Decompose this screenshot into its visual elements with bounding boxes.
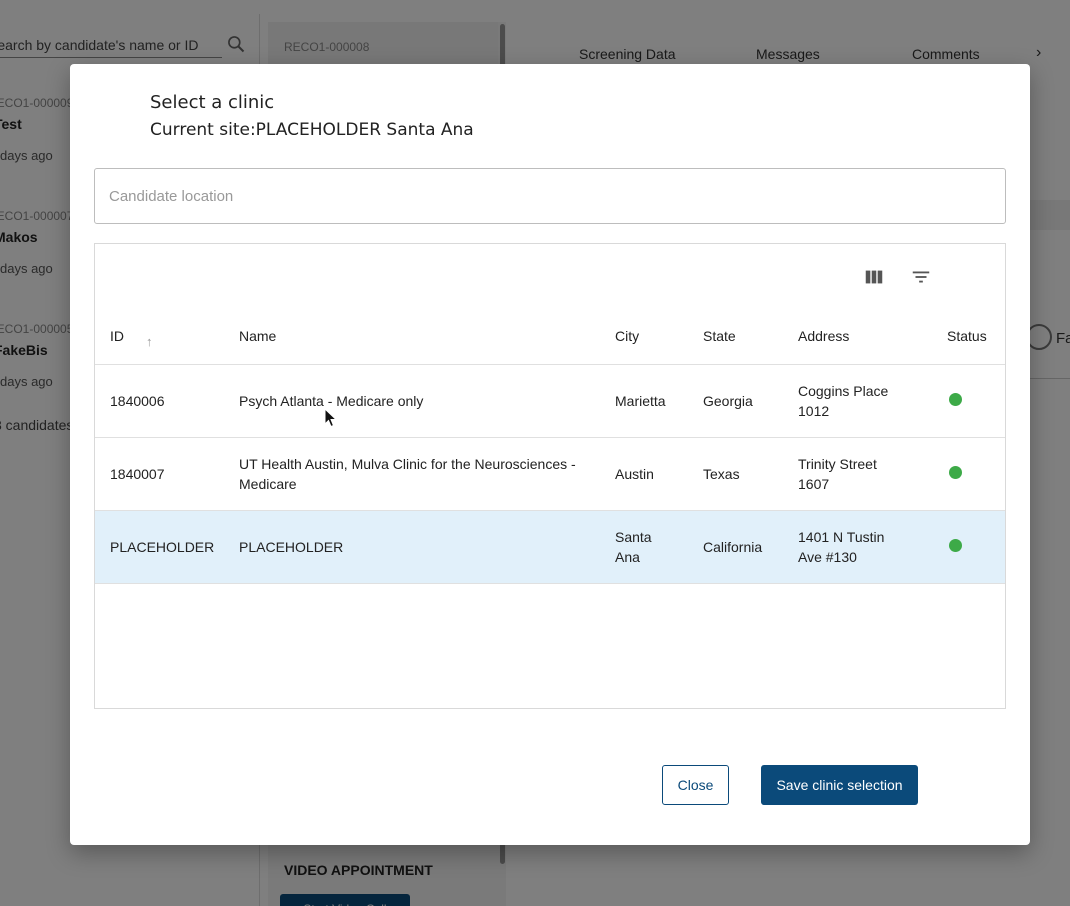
close-button[interactable]: Close bbox=[662, 765, 729, 805]
dialog-title: Select a clinic bbox=[150, 92, 275, 113]
status-active-indicator bbox=[949, 393, 962, 406]
cell-id: PLACEHOLDER bbox=[110, 539, 215, 555]
columns-icon[interactable] bbox=[863, 266, 885, 288]
filter-icon[interactable] bbox=[910, 266, 932, 288]
current-site-label: Current site:PLACEHOLDER Santa Ana bbox=[150, 120, 474, 140]
cell-id: 1840007 bbox=[110, 466, 165, 482]
column-header-status[interactable]: Status bbox=[947, 328, 987, 344]
cell-state: Georgia bbox=[703, 393, 753, 409]
column-header-name[interactable]: Name bbox=[239, 328, 276, 344]
status-active-indicator bbox=[949, 539, 962, 552]
table-row[interactable]: 1840007 UT Health Austin, Mulva Clinic f… bbox=[95, 438, 1005, 511]
cell-state: California bbox=[703, 539, 763, 555]
save-clinic-selection-button[interactable]: Save clinic selection bbox=[761, 765, 918, 805]
column-header-id[interactable]: ID ↑ bbox=[110, 328, 153, 349]
table-header: ID ↑ Name City State Address Status bbox=[95, 314, 1005, 365]
cell-state: Texas bbox=[703, 466, 740, 482]
table-row[interactable]: 1840006 Psych Atlanta - Medicare only Ma… bbox=[95, 365, 1005, 438]
table-row-selected[interactable]: PLACEHOLDER PLACEHOLDER Santa Ana Califo… bbox=[95, 511, 1005, 584]
candidate-location-input[interactable] bbox=[94, 168, 1006, 224]
cell-name: PLACEHOLDER bbox=[239, 539, 344, 555]
mouse-cursor-icon bbox=[324, 408, 338, 428]
cell-address: Trinity Street 1607 bbox=[798, 456, 877, 492]
cell-name: Psych Atlanta - Medicare only bbox=[239, 393, 424, 409]
column-header-id-label: ID bbox=[110, 328, 124, 344]
cell-address: Coggins Place 1012 bbox=[798, 383, 889, 419]
cell-name: UT Health Austin, Mulva Clinic for the N… bbox=[239, 456, 576, 492]
column-header-state[interactable]: State bbox=[703, 328, 736, 344]
column-header-city[interactable]: City bbox=[615, 328, 639, 344]
column-header-address[interactable]: Address bbox=[798, 328, 849, 344]
cell-city: Austin bbox=[615, 466, 654, 482]
cell-id: 1840006 bbox=[110, 393, 165, 409]
select-clinic-dialog: Select a clinic Current site:PLACEHOLDER… bbox=[70, 64, 1030, 845]
cell-address: 1401 N Tustin Ave #130 bbox=[798, 529, 885, 565]
status-active-indicator bbox=[949, 466, 962, 479]
cell-city: Marietta bbox=[615, 393, 666, 409]
sort-arrow-up-icon[interactable]: ↑ bbox=[146, 334, 153, 349]
cell-city: Santa Ana bbox=[615, 529, 652, 565]
clinic-table: ID ↑ Name City State Address Status 18400… bbox=[94, 243, 1006, 709]
